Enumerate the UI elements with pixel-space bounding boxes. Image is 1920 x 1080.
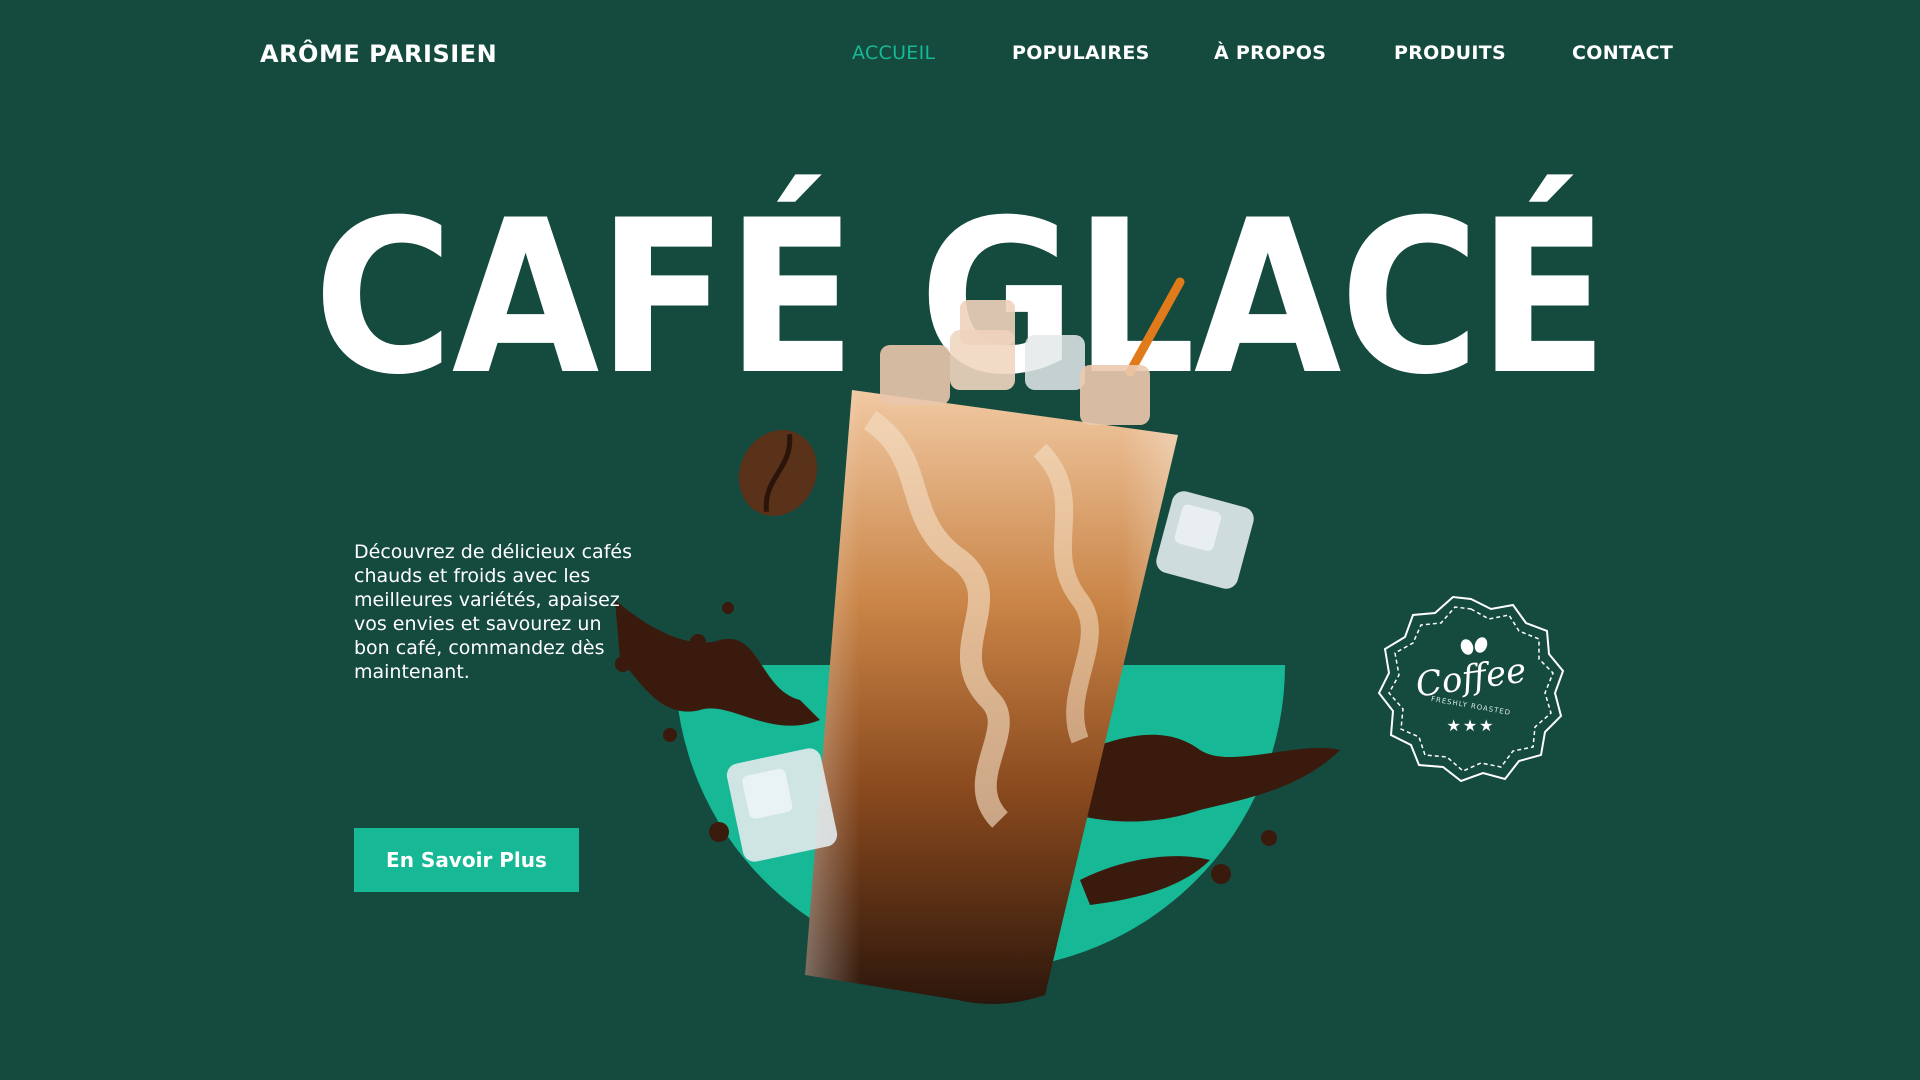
nav-item-accueil[interactable]: ACCUEIL: [852, 42, 935, 64]
learn-more-button[interactable]: En Savoir Plus: [354, 828, 579, 892]
hero-title: CAFÉ GLACÉ: [313, 174, 1608, 421]
top-navbar: ARÔME PARISIEN ACCUEIL POPULAIRES À PROP…: [0, 0, 1920, 110]
nav-item-a-propos[interactable]: À PROPOS: [1214, 42, 1326, 64]
nav-item-produits[interactable]: PRODUITS: [1394, 42, 1506, 64]
ice-cube-right: [1156, 491, 1254, 589]
coffee-bean-icon: [738, 430, 818, 516]
badge-stars: ★★★: [1446, 718, 1496, 735]
badge-title: Coffee: [1413, 650, 1529, 706]
accent-semicircle: [675, 665, 1285, 970]
hero-description: Découvrez de délicieux cafés chauds et f…: [354, 541, 632, 683]
chocolate-splash: [615, 600, 1340, 905]
iced-coffee-illustration: [615, 277, 1565, 1004]
nav-item-contact[interactable]: CONTACT: [1572, 42, 1673, 64]
nav-item-populaires[interactable]: POPULAIRES: [1012, 42, 1150, 64]
main-menu: ACCUEIL POPULAIRES À PROPOS PRODUITS CON…: [0, 42, 1920, 72]
ice-cube-left: [726, 748, 838, 862]
hero-background-art: [675, 665, 1285, 970]
coffee-badge: Coffee FRESHLY ROASTED ★★★: [1380, 594, 1562, 784]
